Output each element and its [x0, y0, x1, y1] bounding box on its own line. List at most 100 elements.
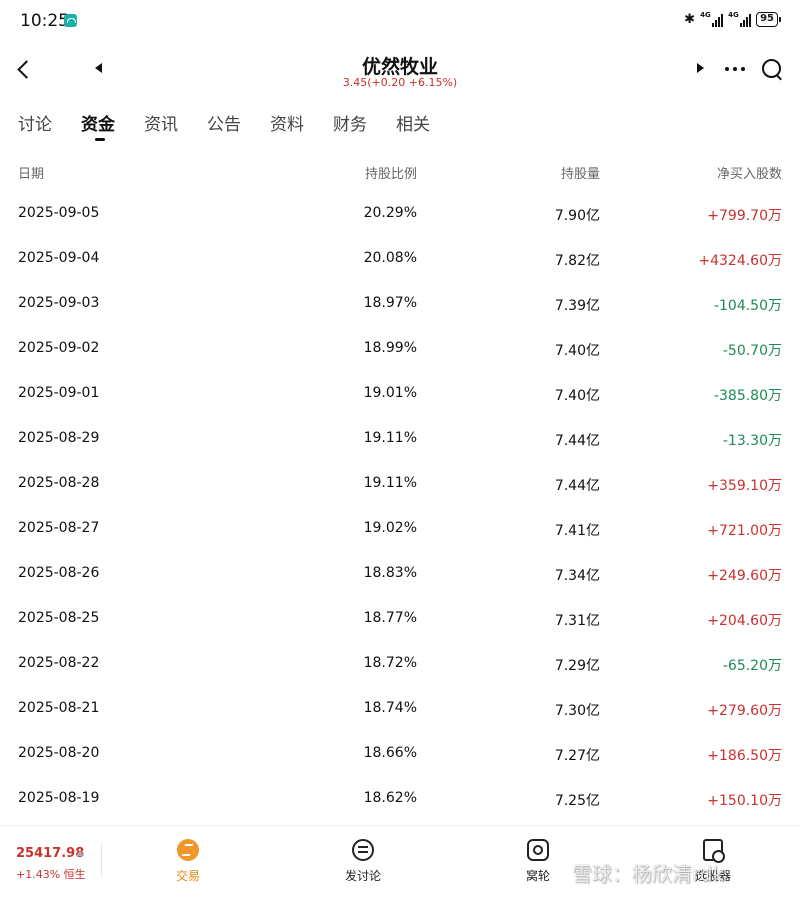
row-date: 2025-08-21	[18, 700, 100, 716]
table-row[interactable]: 2025-09-05 20.29% 7.90亿 +799.70万	[0, 191, 800, 236]
index-up-arrow-icon	[76, 850, 84, 856]
table-row[interactable]: 2025-08-22 18.72% 7.29亿 -65.20万	[0, 641, 800, 686]
row-qty: 7.44亿	[554, 433, 600, 449]
row-date: 2025-08-25	[18, 610, 100, 626]
table-row[interactable]: 2025-09-03 18.97% 7.39亿 -104.50万	[0, 281, 800, 326]
row-qty: 7.41亿	[554, 523, 600, 539]
header-ratio[interactable]: 持股比例	[365, 163, 417, 182]
row-ratio: 18.97%	[363, 295, 417, 311]
row-date: 2025-08-26	[18, 565, 100, 581]
row-date: 2025-08-29	[18, 430, 100, 446]
row-net-buy: -385.80万	[713, 388, 782, 404]
row-net-buy: +359.10万	[707, 478, 782, 494]
row-date: 2025-08-19	[18, 790, 100, 806]
row-ratio: 18.74%	[363, 700, 417, 716]
trade-icon	[177, 839, 199, 861]
row-date: 2025-09-05	[18, 205, 100, 221]
row-qty: 7.29亿	[554, 658, 600, 674]
index-change[interactable]: +1.43% 恒生	[16, 866, 86, 882]
row-net-buy: +204.60万	[707, 613, 782, 629]
row-net-buy: +4324.60万	[698, 253, 782, 269]
row-ratio: 18.99%	[363, 340, 417, 356]
row-date: 2025-09-02	[18, 340, 100, 356]
stock-quote: 3.45(+0.20 +6.15%)	[342, 76, 458, 89]
row-net-buy: +799.70万	[707, 208, 782, 224]
row-net-buy: +721.00万	[707, 523, 782, 539]
tab-discussion[interactable]: 讨论	[18, 110, 52, 135]
battery-icon: 95	[756, 12, 781, 27]
tab-bar: 讨论 资金 资讯 公告 资料 财务 相关	[0, 110, 800, 150]
bluetooth-icon: ✱	[684, 12, 696, 27]
row-qty: 7.25亿	[554, 793, 600, 809]
row-date: 2025-08-28	[18, 475, 100, 491]
more-icon[interactable]	[725, 67, 745, 72]
row-ratio: 20.29%	[363, 205, 417, 221]
row-net-buy: +150.10万	[707, 793, 782, 809]
nav-warrants[interactable]: 窝轮	[498, 838, 578, 884]
discuss-icon	[352, 839, 374, 861]
row-date: 2025-08-20	[18, 745, 100, 761]
row-qty: 7.90亿	[554, 208, 600, 224]
row-date: 2025-08-27	[18, 520, 100, 536]
table-row[interactable]: 2025-08-28 19.11% 7.44亿 +359.10万	[0, 461, 800, 506]
row-qty: 7.82亿	[554, 253, 600, 269]
table-header: 日期 持股比例 持股量 净买入股数	[0, 163, 800, 185]
tab-capital[interactable]: 资金	[81, 110, 115, 135]
watermark: 雪球：杨欣清rdk	[572, 862, 725, 886]
nav-post-discussion[interactable]: 发讨论	[323, 838, 403, 884]
holdings-table: 2025-09-05 20.29% 7.90亿 +799.70万 2025-09-04 2…	[0, 191, 800, 821]
header-net-buy[interactable]: 净买入股数	[717, 163, 782, 182]
row-qty: 7.34亿	[554, 568, 600, 584]
tab-announcements[interactable]: 公告	[207, 110, 241, 135]
table-row[interactable]: 2025-08-27 19.02% 7.41亿 +721.00万	[0, 506, 800, 551]
tab-financials[interactable]: 财务	[333, 110, 367, 135]
row-ratio: 18.72%	[363, 655, 417, 671]
row-net-buy: -13.30万	[722, 433, 782, 449]
row-ratio: 20.08%	[363, 250, 417, 266]
row-net-buy: -50.70万	[722, 343, 782, 359]
tab-news[interactable]: 资讯	[144, 110, 178, 135]
row-qty: 7.40亿	[554, 343, 600, 359]
tab-related[interactable]: 相关	[396, 110, 430, 135]
nav-trade[interactable]: 交易	[148, 838, 228, 884]
header-qty[interactable]: 持股量	[561, 163, 600, 182]
row-date: 2025-09-03	[18, 295, 100, 311]
row-ratio: 19.11%	[363, 430, 417, 446]
row-ratio: 18.83%	[363, 565, 417, 581]
row-net-buy: +279.60万	[707, 703, 782, 719]
table-row[interactable]: 2025-08-21 18.74% 7.30亿 +279.60万	[0, 686, 800, 731]
divider	[101, 844, 102, 876]
index-value[interactable]: 25417.98	[16, 846, 84, 861]
signal-icon: 4G	[728, 11, 752, 27]
table-row[interactable]: 2025-08-19 18.62% 7.25亿 +150.10万	[0, 776, 800, 821]
row-date: 2025-09-01	[18, 385, 100, 401]
table-row[interactable]: 2025-08-20 18.66% 7.27亿 +186.50万	[0, 731, 800, 776]
row-qty: 7.30亿	[554, 703, 600, 719]
header-date[interactable]: 日期	[18, 163, 44, 182]
row-net-buy: +186.50万	[707, 748, 782, 764]
row-net-buy: -104.50万	[713, 298, 782, 314]
table-row[interactable]: 2025-09-04 20.08% 7.82亿 +4324.60万	[0, 236, 800, 281]
active-tab-indicator	[95, 138, 105, 141]
row-qty: 7.31亿	[554, 613, 600, 629]
row-ratio: 19.01%	[363, 385, 417, 401]
next-stock-icon[interactable]	[697, 63, 704, 73]
nav-bar: 优然牧业 3.45(+0.20 +6.15%)	[0, 44, 800, 96]
table-row[interactable]: 2025-08-26 18.83% 7.34亿 +249.60万	[0, 551, 800, 596]
row-qty: 7.27亿	[554, 748, 600, 764]
row-net-buy: -65.20万	[722, 658, 782, 674]
row-net-buy: +249.60万	[707, 568, 782, 584]
row-qty: 7.39亿	[554, 298, 600, 314]
table-row[interactable]: 2025-08-29 19.11% 7.44亿 -13.30万	[0, 416, 800, 461]
stock-title: 优然牧业	[361, 56, 438, 78]
table-row[interactable]: 2025-08-25 18.77% 7.31亿 +204.60万	[0, 596, 800, 641]
search-icon[interactable]	[760, 57, 784, 81]
wheel-icon	[527, 839, 549, 861]
tab-profile[interactable]: 资料	[270, 110, 304, 135]
row-date: 2025-09-04	[18, 250, 100, 266]
row-qty: 7.44亿	[554, 478, 600, 494]
table-row[interactable]: 2025-09-01 19.01% 7.40亿 -385.80万	[0, 371, 800, 416]
row-ratio: 19.11%	[363, 475, 417, 491]
table-row[interactable]: 2025-09-02 18.99% 7.40亿 -50.70万	[0, 326, 800, 371]
app-notification-icon	[64, 14, 77, 27]
